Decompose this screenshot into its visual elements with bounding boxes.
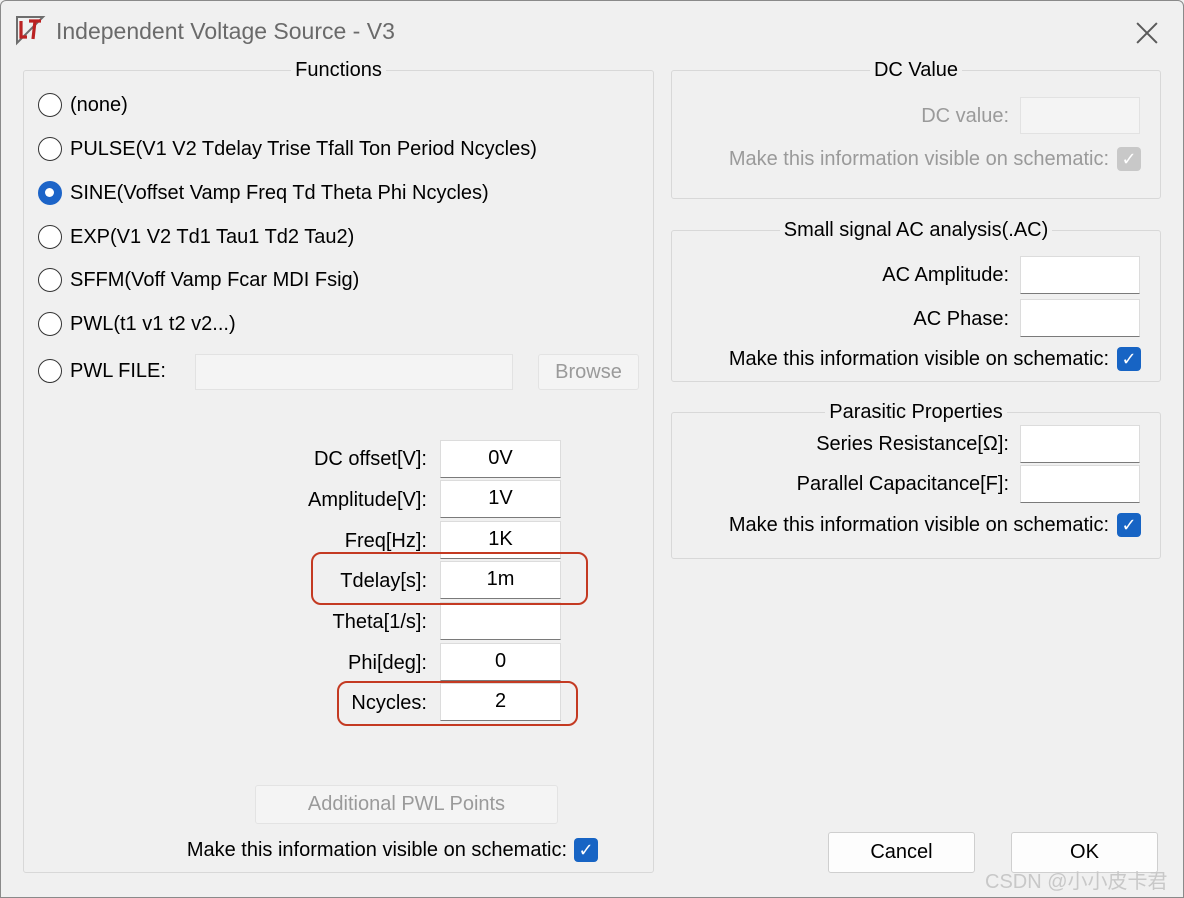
- radio-pwl-file[interactable]: PWL FILE:: [38, 359, 166, 383]
- radio-label: PWL FILE:: [70, 359, 166, 382]
- cancel-button[interactable]: Cancel: [828, 832, 975, 873]
- watermark: CSDN @小小皮卡君: [985, 871, 1168, 893]
- window-title: Independent Voltage Source - V3: [56, 18, 395, 44]
- dc-value-input[interactable]: [1020, 97, 1140, 134]
- ac-phase-label: AC Phase:: [913, 308, 1009, 330]
- parasitic-visible-label: Make this information visible on schemat…: [728, 514, 1109, 536]
- ac-analysis-legend: Small signal AC analysis(.AC): [783, 219, 1049, 241]
- amplitude-label: Amplitude[V]:: [308, 489, 427, 511]
- pwl-file-input[interactable]: [195, 354, 513, 390]
- radio-none[interactable]: (none): [38, 93, 128, 117]
- dc-offset-input[interactable]: 0V: [440, 440, 561, 478]
- radio-label: PWL(t1 v1 t2 v2...): [70, 312, 236, 335]
- radio-sffm[interactable]: SFFM(Voff Vamp Fcar MDI Fsig): [38, 268, 359, 292]
- radio-pwl[interactable]: PWL(t1 v1 t2 v2...): [38, 312, 236, 336]
- functions-legend: Functions: [295, 59, 382, 81]
- amplitude-input[interactable]: 1V: [440, 480, 561, 518]
- radio-pulse[interactable]: PULSE(V1 V2 Tdelay Trise Tfall Ton Perio…: [38, 137, 537, 161]
- radio-label: SINE(Voffset Vamp Freq Td Theta Phi Ncyc…: [70, 181, 489, 204]
- dc-value-label: DC value:: [921, 105, 1009, 127]
- radio-selected-indicator: [38, 181, 62, 205]
- browse-button[interactable]: Browse: [538, 354, 639, 390]
- ltspice-logo-icon: [16, 16, 46, 46]
- ac-phase-input[interactable]: [1020, 299, 1140, 337]
- radio-label: PULSE(V1 V2 Tdelay Trise Tfall Ton Perio…: [70, 137, 537, 160]
- theta-input[interactable]: [440, 602, 561, 640]
- radio-indicator: [38, 359, 62, 383]
- radio-indicator: [38, 268, 62, 292]
- freq-label: Freq[Hz]:: [344, 530, 427, 552]
- radio-sine[interactable]: SINE(Voffset Vamp Freq Td Theta Phi Ncyc…: [38, 181, 489, 205]
- radio-label: SFFM(Voff Vamp Fcar MDI Fsig): [70, 268, 360, 291]
- title-bar: Independent Voltage Source - V3: [1, 1, 1183, 61]
- functions-visible-label: Make this information visible on schemat…: [186, 839, 567, 861]
- dc-visible-label: Make this information visible on schemat…: [728, 148, 1109, 170]
- theta-label: Theta[1/s]:: [332, 611, 428, 633]
- ac-amplitude-input[interactable]: [1020, 256, 1140, 294]
- radio-exp[interactable]: EXP(V1 V2 Td1 Tau1 Td2 Tau2): [38, 225, 354, 249]
- series-resistance-label: Series Resistance[Ω]:: [816, 433, 1009, 455]
- ac-amplitude-label: AC Amplitude:: [882, 264, 1009, 286]
- radio-label: (none): [70, 93, 128, 116]
- dc-visible-checkbox[interactable]: ✓: [1117, 147, 1141, 171]
- dc-value-legend: DC Value: [873, 59, 959, 81]
- parasitic-visible-checkbox[interactable]: ✓: [1117, 513, 1141, 537]
- ac-visible-checkbox[interactable]: ✓: [1117, 347, 1141, 371]
- parallel-capacitance-input[interactable]: [1020, 465, 1140, 503]
- dc-offset-label: DC offset[V]:: [313, 448, 427, 470]
- radio-label: EXP(V1 V2 Td1 Tau1 Td2 Tau2): [70, 225, 355, 248]
- radio-indicator: [38, 93, 62, 117]
- functions-visible-checkbox[interactable]: ✓: [574, 838, 598, 862]
- radio-indicator: [38, 312, 62, 336]
- radio-indicator: [38, 137, 62, 161]
- parasitic-legend: Parasitic Properties: [829, 401, 1003, 423]
- tdelay-highlight: [311, 552, 588, 605]
- ncycles-highlight: [337, 681, 578, 726]
- phi-label: Phi[deg]:: [348, 652, 427, 674]
- phi-input[interactable]: 0: [440, 643, 561, 681]
- additional-pwl-points-button[interactable]: Additional PWL Points: [255, 785, 558, 824]
- ac-visible-label: Make this information visible on schemat…: [728, 348, 1109, 370]
- parallel-capacitance-label: Parallel Capacitance[F]:: [796, 473, 1009, 495]
- dialog-window: Independent Voltage Source - V3 Function…: [0, 0, 1184, 898]
- series-resistance-input[interactable]: [1020, 425, 1140, 463]
- close-icon[interactable]: [1125, 11, 1169, 51]
- radio-indicator: [38, 225, 62, 249]
